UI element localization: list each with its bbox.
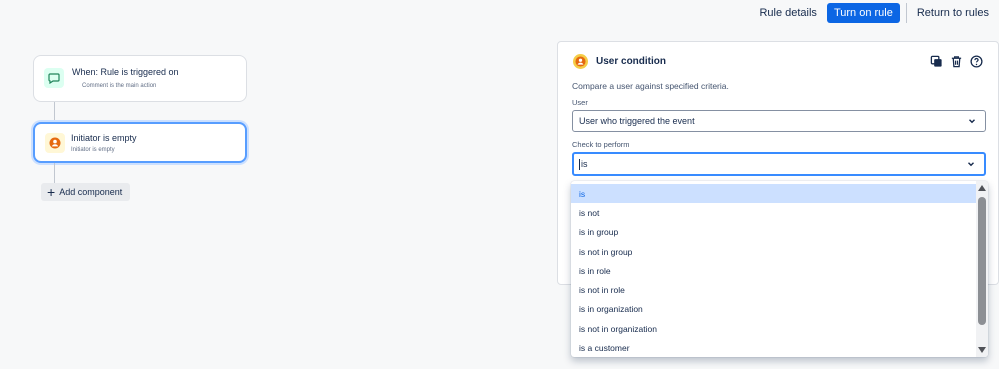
option-item[interactable]: is not in group: [571, 242, 976, 261]
option-item[interactable]: is not in role: [571, 280, 976, 299]
scroll-up-arrow-icon[interactable]: [978, 185, 986, 191]
add-component-label: Add component: [59, 187, 123, 197]
flow-connector: [54, 102, 55, 122]
option-item[interactable]: is in role: [571, 261, 976, 280]
scroll-down-arrow-icon[interactable]: [978, 347, 986, 353]
return-to-rules-link[interactable]: Return to rules: [907, 7, 999, 19]
rule-details-link[interactable]: Rule details: [749, 7, 826, 19]
user-icon: [45, 133, 65, 153]
scroll-thumb[interactable]: [978, 197, 986, 325]
comment-icon: [44, 68, 64, 88]
plus-icon: +: [47, 184, 56, 200]
option-item[interactable]: is in organization: [571, 300, 976, 319]
turn-on-rule-button[interactable]: Turn on rule: [826, 3, 900, 23]
check-field-label: Check to perform: [572, 140, 630, 149]
panel-actions: [928, 53, 984, 69]
check-select-value: is: [581, 159, 588, 169]
condition-title: Initiator is empty: [71, 133, 137, 143]
option-item[interactable]: is not: [571, 203, 976, 222]
option-item[interactable]: is: [571, 184, 976, 204]
trigger-title: When: Rule is triggered on: [72, 67, 179, 77]
panel-description: Compare a user against specified criteri…: [572, 81, 729, 91]
trigger-subtitle: Comment is the main action: [82, 83, 157, 89]
panel-title: User condition: [596, 56, 667, 67]
scrollbar[interactable]: [976, 181, 988, 357]
chevron-down-icon: [968, 162, 974, 167]
option-item[interactable]: is in group: [571, 223, 976, 242]
check-options-dropdown: is is not is in group is not in group is…: [571, 181, 988, 357]
condition-subtitle: Initiator is empty: [71, 147, 115, 153]
help-icon[interactable]: [968, 53, 984, 69]
options-list: is is not is in group is not in group is…: [571, 184, 976, 357]
trash-icon[interactable]: [948, 53, 964, 69]
trigger-card[interactable]: When: Rule is triggered on Comment is th…: [33, 55, 247, 102]
condition-card[interactable]: Initiator is empty Initiator is empty: [33, 122, 247, 163]
user-select[interactable]: User who triggered the event: [572, 110, 986, 132]
option-item[interactable]: is a customer: [571, 338, 976, 357]
text-cursor: [579, 158, 580, 170]
top-bar: Rule details Turn on rule Return to rule…: [749, 0, 999, 26]
add-component-button[interactable]: + Add component: [41, 183, 130, 201]
chevron-down-icon: [969, 119, 975, 124]
user-select-value: User who triggered the event: [579, 116, 695, 126]
flow-connector: [54, 163, 55, 183]
user-field-label: User: [572, 98, 588, 107]
check-select[interactable]: is: [572, 152, 986, 176]
copy-icon[interactable]: [928, 53, 944, 69]
user-icon: [573, 54, 588, 69]
option-item[interactable]: is not in organization: [571, 319, 976, 338]
